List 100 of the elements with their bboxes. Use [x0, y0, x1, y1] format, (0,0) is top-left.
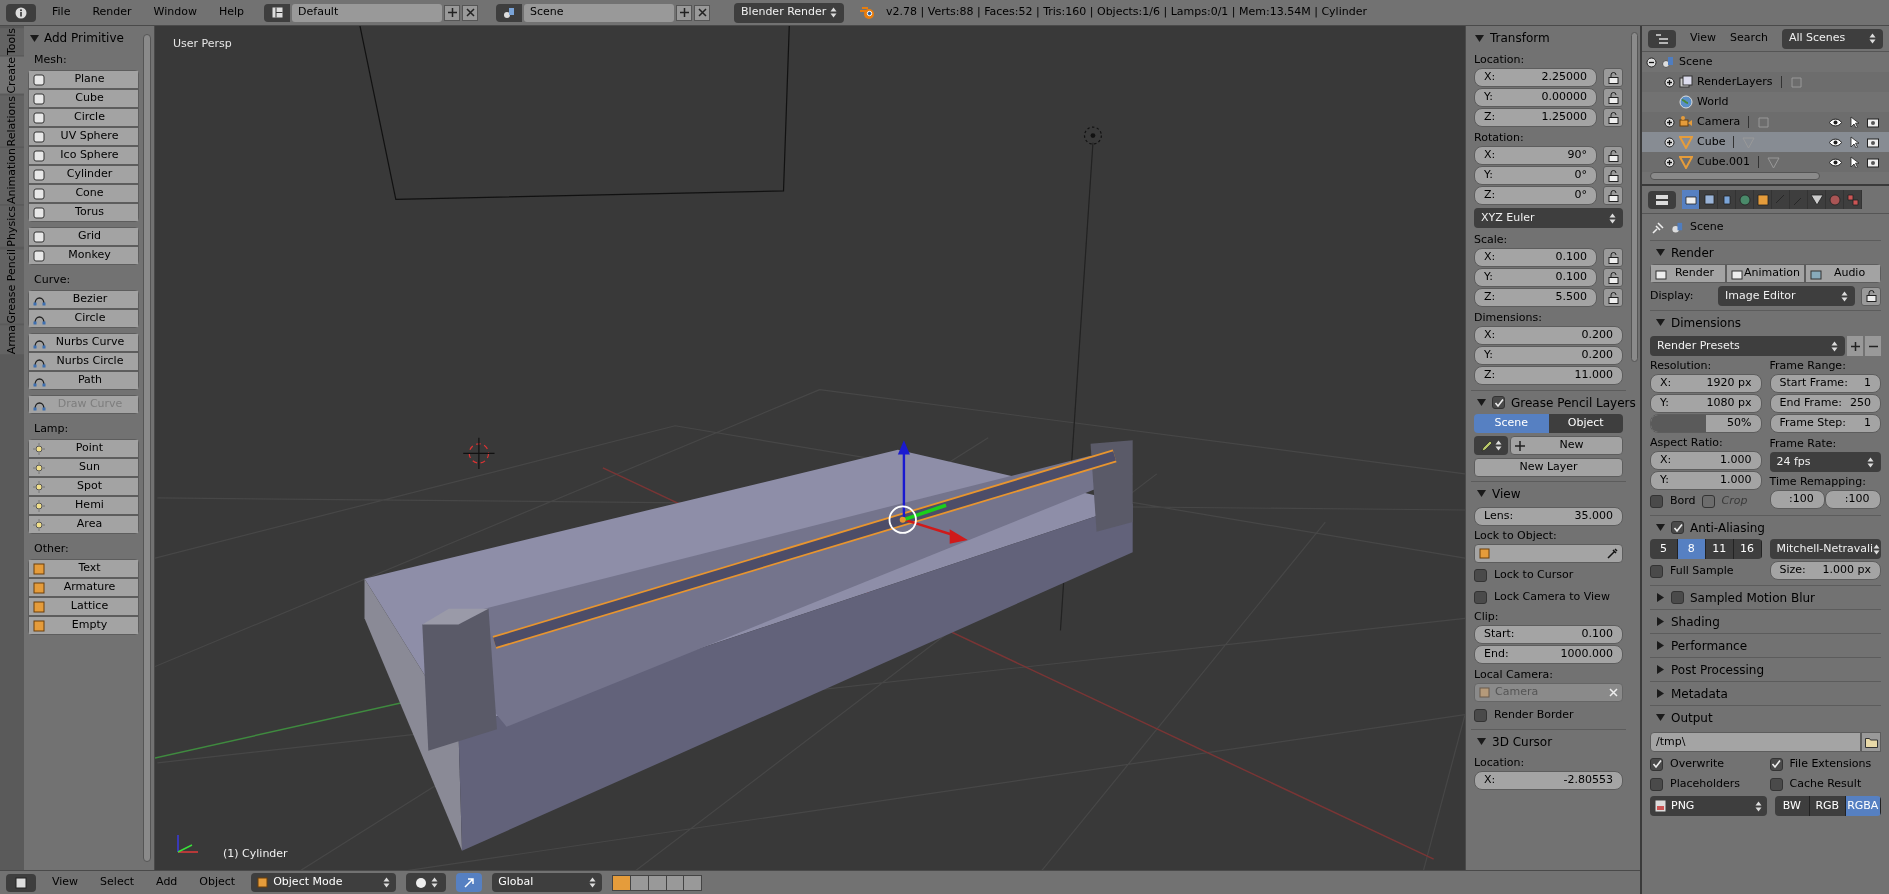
new-button[interactable]: New [1510, 436, 1623, 455]
file-format-dropdown[interactable]: PNG [1650, 796, 1767, 816]
editor-type-button[interactable] [6, 3, 36, 22]
tool-tab[interactable]: Physics [0, 206, 24, 247]
properties-tab[interactable] [1754, 190, 1772, 209]
tool-button[interactable]: Lattice [28, 597, 139, 616]
number-field[interactable]: X: -2.80553 [1474, 771, 1623, 790]
outliner-row[interactable]: Camera [1642, 112, 1889, 132]
display-dropdown[interactable]: Image Editor [1718, 286, 1855, 306]
lock-toggle[interactable] [1603, 288, 1623, 307]
number-field[interactable]: X: 90° [1474, 146, 1597, 165]
tool-button[interactable]: Spot [28, 477, 139, 496]
number-field[interactable]: Z: 5.500 [1474, 288, 1597, 307]
lock-toggle[interactable] [1603, 108, 1623, 127]
number-field[interactable]: X: 2.25000 [1474, 68, 1597, 87]
mode-dropdown[interactable]: Object Mode [251, 873, 397, 892]
tool-button[interactable]: Monkey [28, 246, 139, 265]
tool-button[interactable]: Grid [28, 227, 139, 246]
scene-filter-dropdown[interactable]: All Scenes [1781, 28, 1883, 49]
tool-button[interactable]: Area [28, 515, 139, 534]
number-field[interactable]: Y: 0.00000 [1474, 88, 1597, 107]
tool-button[interactable]: UV Sphere [28, 127, 139, 146]
tool-button[interactable]: Bezier [28, 290, 139, 309]
menu-item[interactable]: Render [86, 4, 138, 21]
number-field[interactable]: End: 1000.000 [1474, 645, 1623, 664]
tool-button[interactable]: Empty [28, 616, 139, 635]
checkbox[interactable] [1769, 757, 1783, 771]
sample-count-button[interactable]: 16 [1733, 539, 1762, 559]
source-tab[interactable]: Object [1548, 414, 1623, 433]
color-mode-button[interactable]: RGB [1810, 796, 1846, 816]
menu-item[interactable]: Select [94, 874, 141, 891]
tool-button[interactable]: Armature [28, 578, 139, 597]
browse-button[interactable] [1861, 732, 1881, 752]
properties-tab[interactable] [1700, 190, 1718, 209]
tool-tab[interactable]: Grease Pencil [0, 248, 24, 324]
tool-button[interactable]: Cylinder [28, 165, 139, 184]
number-field[interactable]: Z: 1.25000 [1474, 108, 1597, 127]
number-field[interactable]: Y: 1.000 [1650, 471, 1762, 490]
number-field[interactable]: Z: 11.000 [1474, 366, 1623, 385]
outliner-row[interactable]: Cube [1642, 132, 1889, 152]
tool-button[interactable]: Hemi [28, 496, 139, 515]
menu-item[interactable]: Search [1730, 30, 1768, 47]
presets-dropdown[interactable]: Render Presets [1650, 336, 1845, 356]
sample-count-button[interactable]: 8 [1677, 539, 1706, 559]
menu-item[interactable]: Help [212, 4, 251, 21]
number-field[interactable]: Start Frame: 1 [1769, 374, 1881, 393]
tool-button[interactable]: Sun [28, 458, 139, 477]
add-button[interactable] [444, 4, 461, 21]
menu-item[interactable]: File [46, 4, 77, 21]
percentage-slider[interactable]: 50% [1650, 414, 1762, 433]
sample-count-button[interactable]: 5 [1650, 539, 1678, 559]
menu-item[interactable]: View [1690, 30, 1717, 47]
lock-toggle[interactable] [1603, 68, 1623, 87]
layout-picker[interactable] [264, 3, 291, 22]
tool-button[interactable]: Circle [28, 309, 139, 328]
tool-button[interactable]: Path [28, 371, 139, 390]
render-action-button[interactable]: Audio [1805, 264, 1881, 283]
number-field[interactable]: X: 0.200 [1474, 326, 1623, 345]
new-layer-button[interactable]: New Layer [1474, 458, 1623, 477]
number-field[interactable]: Size: 1.000 px [1769, 561, 1881, 580]
object-field[interactable] [1474, 544, 1623, 563]
tool-button[interactable]: Point [28, 439, 139, 458]
tool-button[interactable]: Torus [28, 203, 139, 222]
checkbox[interactable] [1769, 777, 1783, 791]
checkbox[interactable] [1671, 591, 1684, 604]
editor-type-button[interactable] [1648, 29, 1676, 48]
filter-dropdown[interactable]: Mitchell-Netravali [1769, 539, 1881, 559]
checkbox[interactable] [1650, 777, 1663, 791]
tool-tab[interactable]: Tools [0, 28, 24, 56]
render-action-button[interactable]: Animation [1725, 264, 1806, 283]
menu-item[interactable]: View [46, 874, 85, 891]
tool-tab[interactable]: Animation [0, 148, 24, 205]
orientation-dropdown[interactable]: Global [492, 873, 603, 892]
number-field[interactable]: :100 [1825, 490, 1881, 509]
number-field[interactable]: X: 1920 px [1650, 374, 1762, 393]
tool-button[interactable]: Nurbs Circle [28, 352, 139, 371]
sample-count-button[interactable]: 11 [1705, 539, 1734, 559]
menu-item[interactable]: Object [193, 874, 242, 891]
shading-dropdown[interactable] [406, 873, 447, 892]
checkbox[interactable] [1474, 708, 1487, 722]
checkbox[interactable] [1474, 590, 1487, 604]
frame-rate-dropdown[interactable]: 24 fps [1769, 452, 1881, 472]
tool-button[interactable]: Cone [28, 184, 139, 203]
tool-button[interactable]: Ico Sphere [28, 146, 139, 165]
number-field[interactable]: Y: 1080 px [1650, 394, 1762, 413]
number-field[interactable]: Lens: 35.000 [1474, 507, 1623, 526]
menu-item[interactable]: Add [150, 874, 184, 891]
properties-tab[interactable] [1718, 190, 1736, 209]
number-field[interactable]: Y: 0.200 [1474, 346, 1623, 365]
lock-toggle[interactable] [1603, 268, 1623, 287]
checkbox[interactable] [1671, 521, 1684, 534]
output-path-field[interactable]: /tmp\ [1650, 732, 1861, 752]
lock-toggle[interactable] [1603, 186, 1623, 205]
properties-tab[interactable] [1808, 190, 1826, 209]
text-field[interactable]: Scene [524, 3, 675, 22]
text-field[interactable]: Default [292, 3, 443, 22]
color-mode-button[interactable]: RGBA [1845, 796, 1881, 816]
checkbox[interactable] [1650, 494, 1663, 508]
rotation-mode-dropdown[interactable]: XYZ Euler [1474, 208, 1623, 228]
tool-button[interactable]: Cube [28, 89, 139, 108]
